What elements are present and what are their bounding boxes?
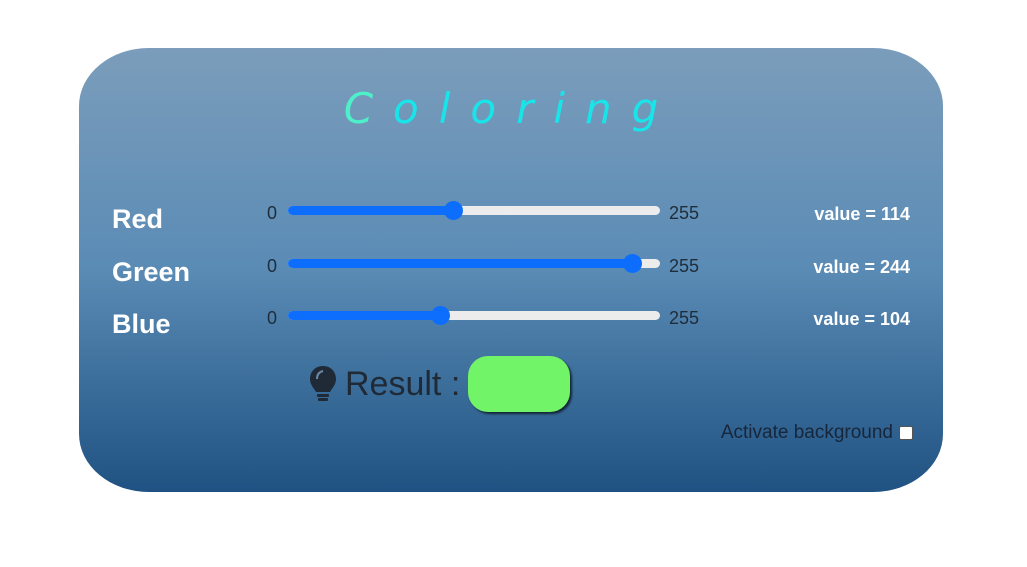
app-title: Coloring — [343, 84, 679, 133]
activate-background-checkbox[interactable] — [899, 426, 913, 440]
green-max-label: 255 — [669, 256, 700, 276]
green-slider-fill — [288, 259, 632, 268]
red-value-readout: value = 114 — [814, 204, 910, 224]
blue-min-label: 0 — [267, 308, 278, 328]
red-max-label: 255 — [669, 203, 700, 223]
result-row: Result : — [309, 356, 571, 412]
result-color-swatch — [468, 356, 571, 412]
blue-max-label: 255 — [669, 308, 700, 328]
activate-background-toggle[interactable]: Activate background — [721, 422, 913, 444]
green-slider-thumb[interactable] — [623, 254, 642, 273]
red-min-label: 0 — [267, 203, 278, 223]
result-label: Result : — [345, 364, 461, 403]
red-slider[interactable] — [288, 201, 660, 220]
red-label: Red — [112, 204, 164, 234]
activate-background-label: Activate background — [720, 422, 893, 443]
blue-value-readout: value = 104 — [813, 309, 910, 329]
green-label: Green — [112, 257, 191, 287]
blue-slider-thumb[interactable] — [431, 306, 450, 325]
green-value-readout: value = 244 — [813, 257, 910, 277]
green-min-label: 0 — [267, 256, 278, 276]
coloring-card: Coloring Red 0 255 value = 114 Green 0 2… — [79, 48, 943, 492]
blue-slider-fill — [288, 311, 440, 320]
blue-slider[interactable] — [288, 306, 660, 325]
lightbulb-icon — [310, 366, 336, 401]
red-slider-thumb[interactable] — [444, 201, 463, 220]
red-slider-fill — [288, 206, 453, 215]
blue-label: Blue — [112, 309, 171, 339]
green-slider[interactable] — [288, 254, 660, 273]
